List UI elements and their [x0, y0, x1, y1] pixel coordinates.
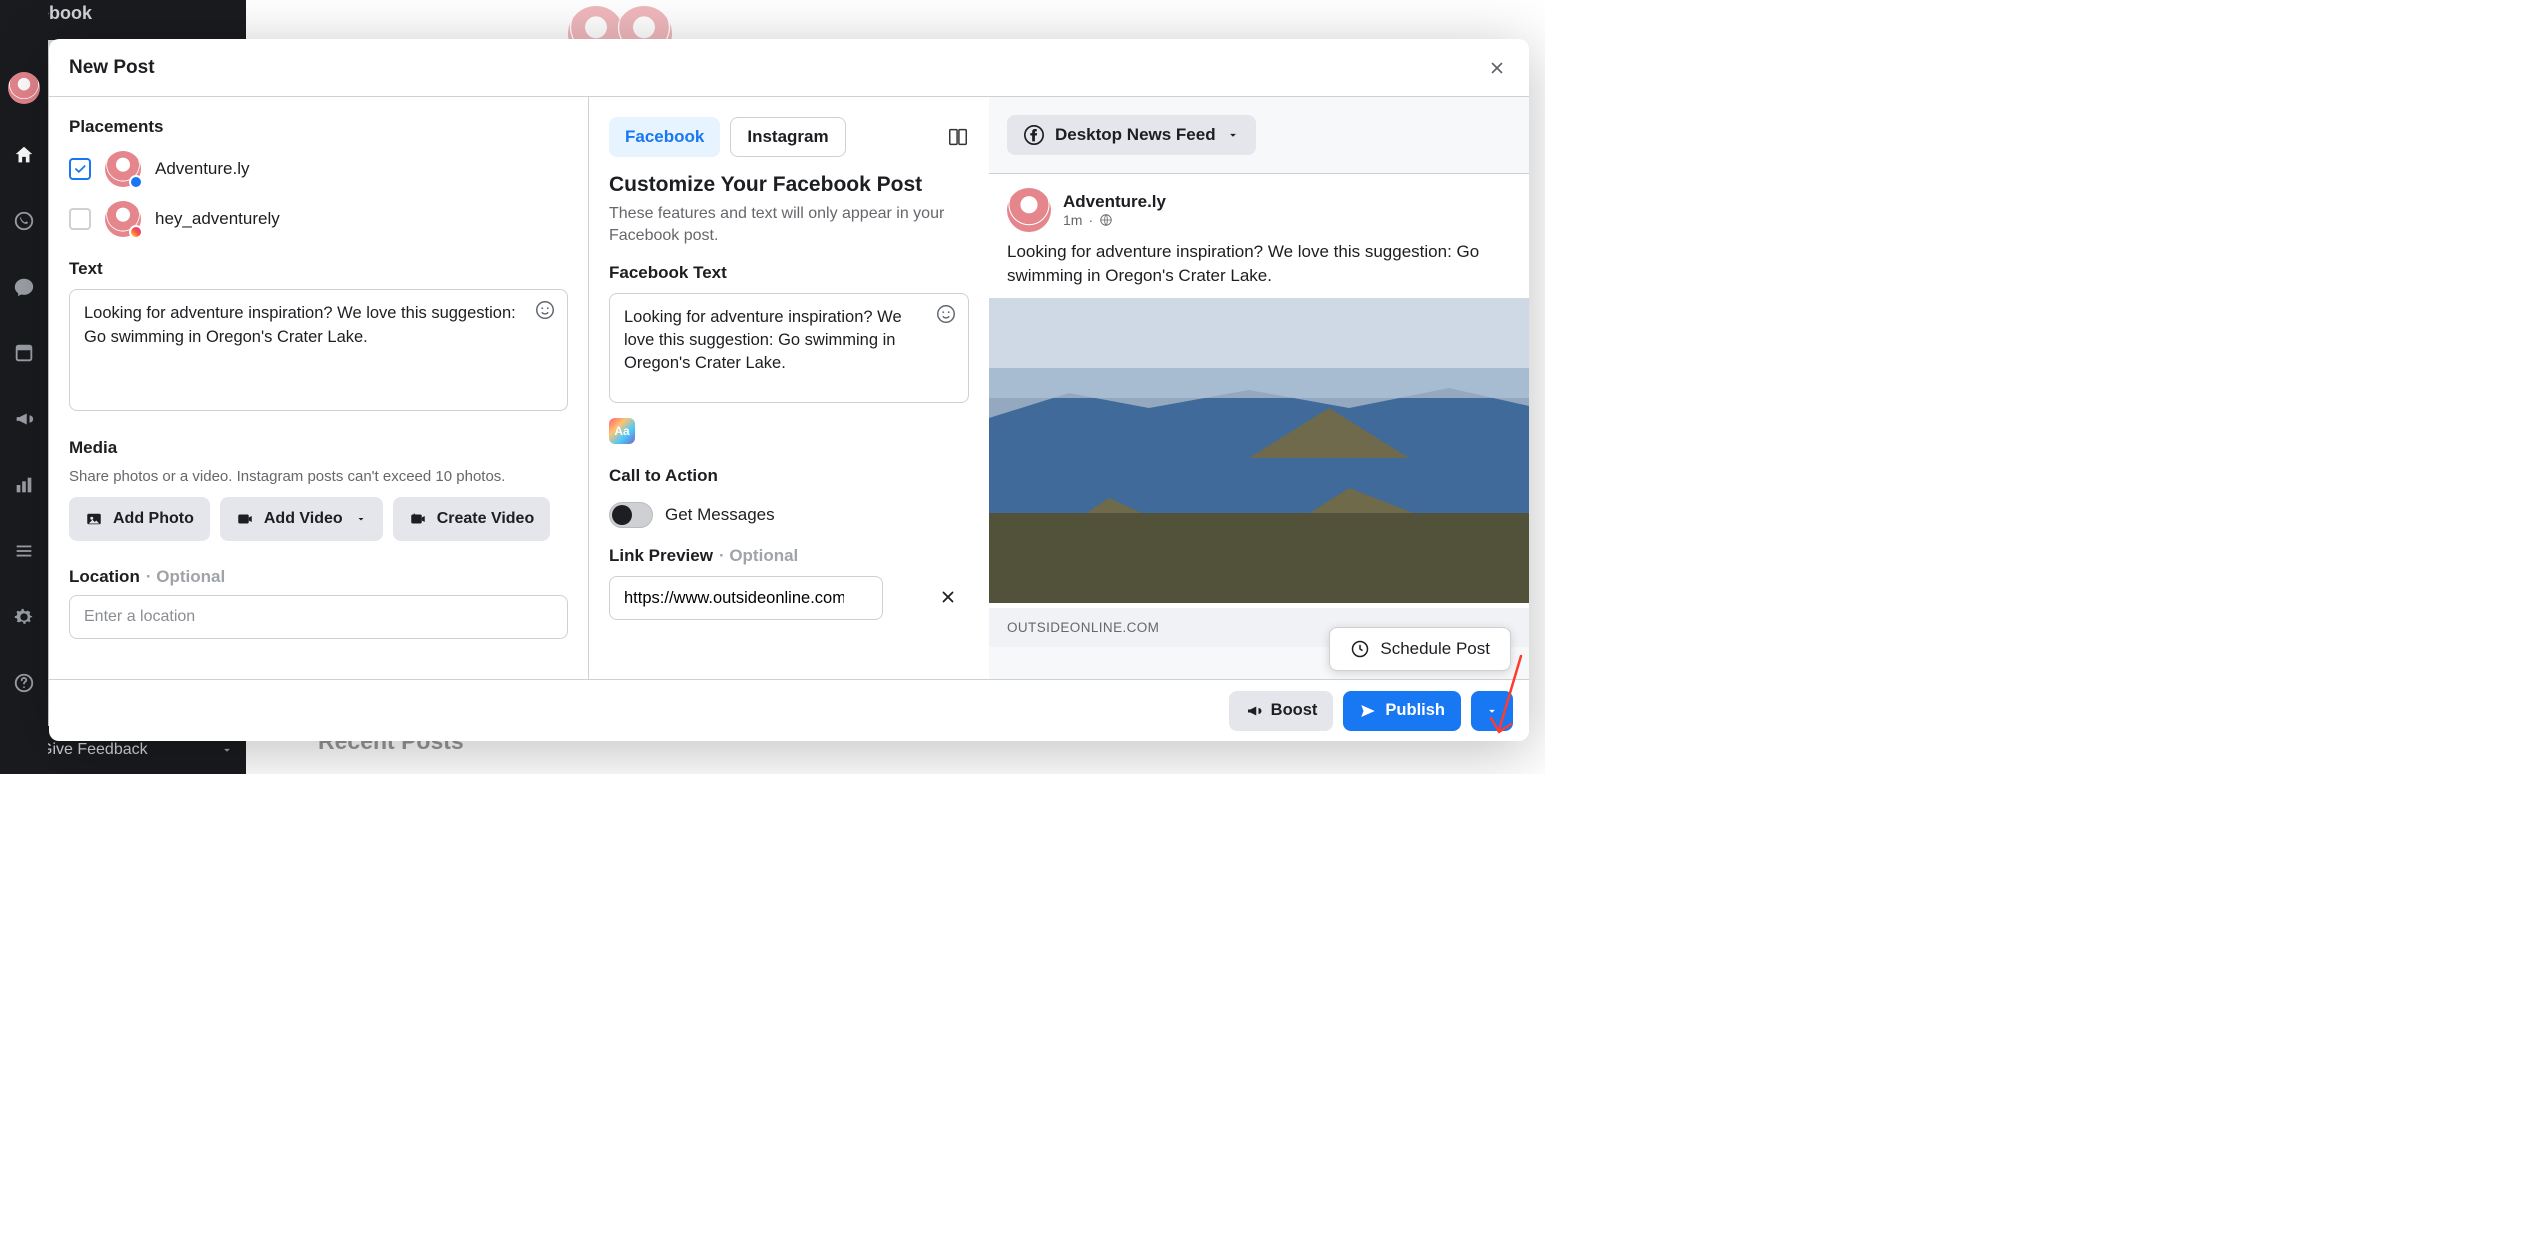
close-button[interactable]	[1485, 56, 1509, 80]
cta-value-label: Get Messages	[665, 505, 775, 525]
location-label: Location	[69, 567, 140, 587]
chevron-down-icon	[1485, 704, 1499, 718]
facebook-badge-icon	[129, 175, 143, 189]
account-name: hey_adventurely	[155, 209, 280, 229]
link-preview-input[interactable]	[609, 576, 883, 620]
text-background-button[interactable]: Aa	[609, 418, 635, 444]
facebook-text-label: Facebook Text	[609, 263, 969, 283]
customize-title: Customize Your Facebook Post	[609, 173, 969, 197]
preview-page-name: Adventure.ly	[1063, 192, 1166, 212]
placement-check-hey-adventurely[interactable]	[69, 208, 91, 230]
chevron-down-icon	[220, 743, 234, 757]
posts-icon	[13, 342, 35, 364]
chevron-down-icon	[355, 513, 367, 525]
placement-check-adventurely[interactable]	[69, 158, 91, 180]
page-avatar-rail[interactable]	[8, 72, 40, 104]
location-optional-hint: · Optional	[146, 567, 225, 587]
emoji-button[interactable]	[534, 299, 558, 323]
add-photo-button[interactable]: Add Photo	[69, 497, 210, 541]
publish-dropdown-button[interactable]	[1471, 691, 1513, 731]
media-label: Media	[69, 438, 568, 458]
globe-icon	[1099, 213, 1113, 227]
text-label: Text	[69, 259, 568, 279]
placement-row-adventurely[interactable]: Adventure.ly	[69, 151, 568, 187]
add-video-button[interactable]: Add Video	[220, 497, 383, 541]
nav-insights[interactable]	[0, 470, 48, 500]
emoji-button-fb[interactable]	[935, 303, 959, 327]
emoji-icon	[935, 303, 957, 325]
placement-row-hey-adventurely[interactable]: hey_adventurely	[69, 201, 568, 237]
video-icon	[236, 510, 254, 528]
facebook-text-input[interactable]	[609, 293, 969, 403]
nav-menu[interactable]	[0, 536, 48, 566]
nav-inbox[interactable]	[0, 272, 48, 302]
boost-button[interactable]: Boost	[1229, 691, 1334, 731]
messenger-icon	[13, 276, 35, 298]
photo-icon	[85, 510, 103, 528]
preview-time: 1m	[1063, 212, 1082, 228]
close-icon	[1488, 59, 1506, 77]
post-preview-card: Adventure.ly 1m · Looking for adventure …	[989, 173, 1529, 647]
tab-instagram[interactable]: Instagram	[730, 117, 845, 157]
feed-selector[interactable]: Desktop News Feed	[1007, 115, 1256, 155]
nav-posts[interactable]	[0, 338, 48, 368]
chevron-down-icon	[1226, 128, 1240, 142]
gear-icon	[13, 606, 35, 628]
feedback-label: Give Feedback	[40, 741, 148, 759]
create-video-icon	[409, 510, 427, 528]
cta-section-label: Call to Action	[609, 466, 969, 486]
location-input[interactable]	[69, 595, 568, 639]
clock-icon	[1350, 639, 1370, 659]
close-icon	[939, 588, 957, 606]
nav-help[interactable]	[0, 668, 48, 698]
compare-icon[interactable]	[947, 126, 969, 148]
nav-home[interactable]	[0, 140, 48, 170]
home-icon	[13, 144, 35, 166]
whatsapp-icon	[13, 210, 35, 232]
account-avatar-adventurely	[105, 151, 141, 187]
send-icon	[1359, 702, 1377, 720]
emoji-icon	[534, 299, 556, 321]
account-name: Adventure.ly	[155, 159, 250, 179]
chart-icon	[13, 474, 35, 496]
customize-subtitle: These features and text will only appear…	[609, 203, 969, 247]
megaphone-icon	[13, 408, 35, 430]
nav-ads[interactable]	[0, 404, 48, 434]
modal-title: New Post	[69, 57, 155, 79]
publish-button[interactable]: Publish	[1343, 691, 1461, 731]
help-icon	[13, 672, 35, 694]
schedule-post-menu-item[interactable]: Schedule Post	[1329, 627, 1511, 671]
megaphone-icon	[1245, 702, 1263, 720]
tab-facebook[interactable]: Facebook	[609, 117, 720, 157]
new-post-modal: New Post Placements Adventure.ly	[49, 39, 1529, 741]
instagram-badge-icon	[129, 225, 143, 239]
menu-icon	[13, 540, 35, 562]
left-nav-rail	[0, 0, 48, 774]
account-avatar-hey-adventurely	[105, 201, 141, 237]
preview-avatar	[1007, 188, 1051, 232]
create-video-button[interactable]: Create Video	[393, 497, 551, 541]
cta-toggle[interactable]	[609, 502, 653, 528]
link-clear-button[interactable]	[939, 588, 959, 608]
link-preview-optional: · Optional	[719, 546, 798, 566]
facebook-circle-icon	[1023, 124, 1045, 146]
placements-title: Placements	[69, 117, 568, 137]
preview-post-text: Looking for adventure inspiration? We lo…	[989, 236, 1529, 298]
nav-settings[interactable]	[0, 602, 48, 632]
post-text-input[interactable]	[69, 289, 568, 411]
media-sublabel: Share photos or a video. Instagram posts…	[69, 468, 568, 485]
link-preview-label: Link Preview	[609, 546, 713, 566]
check-icon	[73, 162, 87, 176]
preview-link-image	[989, 298, 1529, 603]
nav-whatsapp[interactable]	[0, 206, 48, 236]
